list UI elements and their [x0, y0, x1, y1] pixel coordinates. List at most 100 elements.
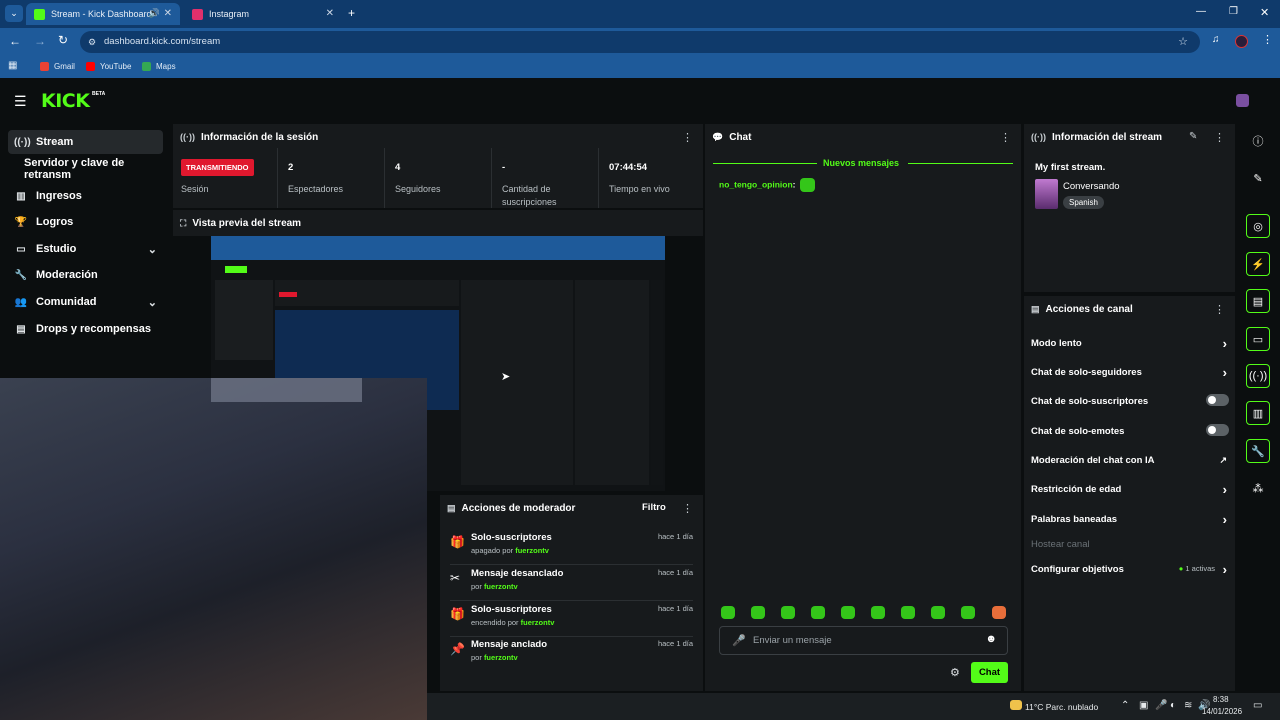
back-icon[interactable]: ←	[9, 34, 21, 48]
emoji-icon[interactable]: ☻	[985, 633, 997, 645]
sidebar-item-drops[interactable]: ▤ Drops y recompensas	[8, 317, 163, 341]
sidebar-item-estudio[interactable]: ▭ Estudio ⌄	[8, 237, 163, 261]
sidebar-item-logros[interactable]: 🏆 Logros	[8, 210, 163, 234]
chat-settings-icon[interactable]: ⚙	[950, 666, 960, 679]
close-icon[interactable]: ✕	[164, 8, 172, 19]
panel-title: Acciones de moderador	[461, 502, 576, 514]
more-options-icon[interactable]: ⋮	[1000, 131, 1011, 144]
chat-bubble-icon[interactable]: ▭	[1246, 327, 1270, 351]
microphone-icon[interactable]: 🎤	[1155, 700, 1167, 711]
bookmark-youtube[interactable]: YouTube	[86, 62, 131, 71]
tab-instagram[interactable]: Instagram ✕	[184, 3, 342, 25]
chat-send-button[interactable]: Chat	[971, 662, 1008, 683]
weather-text[interactable]: 11°C Parc. nublado	[1025, 702, 1098, 712]
broadcast-icon[interactable]: ((·))	[1246, 364, 1270, 388]
emote-icon[interactable]	[811, 606, 825, 619]
emote-icon[interactable]	[961, 606, 975, 619]
tray-app-icon[interactable]: ▣	[1139, 700, 1148, 711]
notifications-icon[interactable]: ▭	[1253, 700, 1262, 711]
browser-tab-bar: ⌄ Stream - Kick Dashboard 🔊 ✕ Instagram …	[0, 0, 1280, 28]
more-options-icon[interactable]: ⋮	[682, 502, 693, 515]
emote-icon[interactable]	[751, 606, 765, 619]
emote-icon[interactable]	[781, 606, 795, 619]
sidebar-item-server-key[interactable]: Servidor y clave de retransm	[8, 157, 173, 181]
profile-avatar[interactable]	[1235, 35, 1248, 48]
channel-action-age-restriction[interactable]: Restricción de edad ›	[1031, 482, 1229, 497]
edit-pencil-icon[interactable]: ✎	[1189, 131, 1197, 142]
chat-input[interactable]: 🎤 Enviar un mensaje ☻	[719, 626, 1008, 655]
sidebar-item-comunidad[interactable]: 👥 Comunidad ⌄	[8, 290, 163, 314]
edit-icon[interactable]: ✎	[1246, 166, 1270, 190]
restore-icon[interactable]: ❐	[1229, 6, 1238, 17]
minimize-icon[interactable]: —	[1196, 6, 1206, 17]
preview-session-panel	[275, 280, 459, 306]
chevron-down-icon[interactable]: ⌄	[148, 296, 157, 309]
layout-icon[interactable]: ▥	[1246, 401, 1270, 425]
kick-logo[interactable]: KICK	[41, 90, 90, 112]
filter-button[interactable]: Filtro	[642, 502, 666, 513]
site-info-icon[interactable]: ⚙	[88, 31, 96, 53]
bookmark-star-icon[interactable]: ☆	[1178, 31, 1188, 53]
action-user[interactable]: fuerzontv	[521, 618, 555, 627]
emotes-only-toggle[interactable]	[1206, 424, 1229, 436]
subscribers-only-toggle[interactable]	[1206, 394, 1229, 406]
window-close-icon[interactable]: ✕	[1260, 6, 1269, 19]
microphone-icon[interactable]: 🎤	[732, 634, 746, 647]
close-icon[interactable]: ✕	[326, 8, 334, 19]
gift-icon: 🎁	[450, 607, 465, 621]
wifi-icon[interactable]: ≋	[1184, 700, 1192, 711]
document-icon[interactable]: ▤	[1246, 289, 1270, 313]
action-user[interactable]: fuerzontv	[515, 546, 549, 555]
more-options-icon[interactable]: ⋮	[1214, 131, 1225, 144]
weather-icon[interactable]	[1010, 700, 1022, 710]
browser-menu-icon[interactable]: ⋮	[1262, 33, 1273, 46]
bookmark-maps[interactable]: Maps	[142, 62, 176, 71]
channel-action-goals[interactable]: Configurar objetivos ● 1 activas ›	[1031, 562, 1229, 577]
url-field[interactable]: ⚙ dashboard.kick.com/stream ☆	[80, 31, 1200, 53]
clock-time[interactable]: 8:38	[1213, 695, 1229, 704]
tab-kick-dashboard[interactable]: Stream - Kick Dashboard 🔊 ✕	[26, 3, 180, 25]
tab-list-button[interactable]: ⌄	[5, 5, 23, 22]
channel-action-slow-mode[interactable]: Modo lento ›	[1031, 336, 1229, 351]
preview-browser-chrome	[211, 236, 665, 260]
media-control-icon[interactable]: ♫	[1212, 34, 1220, 45]
preview-live-badge	[279, 292, 297, 297]
more-options-icon[interactable]: ⋮	[1214, 303, 1225, 316]
forward-icon[interactable]: →	[34, 34, 46, 48]
emote-icon[interactable]	[871, 606, 885, 619]
emote-icon[interactable]	[931, 606, 945, 619]
studio-icon: ▭	[16, 243, 26, 255]
new-tab-button[interactable]: +	[348, 6, 355, 20]
sidebar-item-label: Ingresos	[36, 190, 82, 202]
capture-icon[interactable]: ◎	[1246, 214, 1270, 238]
channel-action-followers-only[interactable]: Chat de solo-seguidores ›	[1031, 365, 1229, 380]
category-name[interactable]: Conversando	[1063, 181, 1120, 192]
emote-icon[interactable]	[841, 606, 855, 619]
sidebar-item-moderacion[interactable]: 🔧 Moderación	[8, 263, 163, 287]
user-avatar[interactable]	[1236, 94, 1249, 107]
clock-date[interactable]: 14/01/2026	[1202, 707, 1242, 716]
category-thumbnail[interactable]	[1035, 179, 1058, 209]
lightning-icon[interactable]: ⚡	[1246, 252, 1270, 276]
more-options-icon[interactable]: ⋮	[682, 131, 693, 144]
emote-icon[interactable]	[992, 606, 1006, 619]
emote-icon[interactable]	[901, 606, 915, 619]
info-icon[interactable]: ⓘ	[1246, 129, 1270, 153]
chevron-down-icon[interactable]: ⌄	[148, 243, 157, 256]
people-icon[interactable]: ⁂	[1246, 476, 1270, 500]
emote-icon[interactable]	[721, 606, 735, 619]
action-user[interactable]: fuerzontv	[484, 653, 518, 662]
hamburger-menu-icon[interactable]: ☰	[14, 93, 27, 110]
tray-chevron-icon[interactable]: ⌃	[1121, 700, 1129, 711]
sidebar-item-stream[interactable]: ((·)) Stream	[8, 130, 163, 154]
apps-grid-icon[interactable]: ▦	[8, 60, 17, 71]
wrench-icon[interactable]: 🔧	[1246, 439, 1270, 463]
channel-action-banned-words[interactable]: Palabras baneadas ›	[1031, 512, 1229, 527]
bookmark-gmail[interactable]: Gmail	[40, 62, 75, 71]
action-user[interactable]: fuerzontv	[484, 582, 518, 591]
network-icon[interactable]: ◐	[1170, 700, 1176, 711]
chat-username[interactable]: no_tengo_opinion	[719, 179, 793, 189]
channel-action-ai-moderation[interactable]: Moderación del chat con IA ↗	[1031, 455, 1229, 466]
reload-icon[interactable]: ↻	[58, 33, 68, 47]
sidebar-item-ingresos[interactable]: ▥ Ingresos	[8, 184, 163, 208]
